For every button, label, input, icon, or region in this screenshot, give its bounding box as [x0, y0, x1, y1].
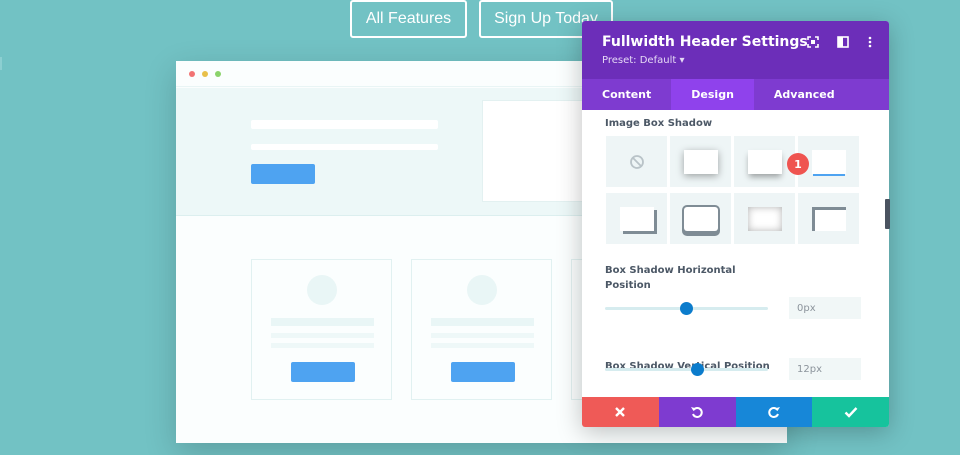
preset-selector[interactable]: Preset: Default ▾ [602, 55, 684, 66]
card-button-placeholder [451, 362, 515, 382]
feature-card [251, 259, 392, 400]
tab-content[interactable]: Content [582, 79, 671, 110]
maximize-dot-icon [215, 71, 221, 77]
shadow-swatch [747, 206, 782, 231]
split-view-icon[interactable] [836, 35, 850, 49]
tab-advanced[interactable]: Advanced [754, 79, 855, 110]
shadow-swatch [811, 149, 846, 174]
slider-handle[interactable] [691, 363, 705, 376]
slider-handle[interactable] [680, 302, 693, 315]
card-text-placeholder [431, 343, 534, 348]
modal-resize-handle[interactable] [885, 199, 890, 229]
all-features-button[interactable]: All Features [350, 0, 467, 38]
card-text-placeholder [271, 333, 374, 338]
shadow-swatch [619, 206, 654, 231]
card-button-placeholder [291, 362, 355, 382]
shadow-preset-7[interactable] [798, 193, 859, 244]
step-badge: 1 [787, 153, 809, 175]
modal-body: Image Box Shadow 1 Box Shadow Horizontal… [582, 110, 889, 397]
shadow-preset-4[interactable] [606, 193, 667, 244]
undo-icon [691, 407, 703, 418]
card-text-placeholder [431, 333, 534, 338]
shadow-preset-1[interactable] [670, 136, 731, 187]
hero-button-placeholder [251, 164, 315, 184]
shadow-swatch [747, 149, 782, 174]
image-box-shadow-label: Image Box Shadow [605, 118, 713, 129]
horizontal-position-label: Box Shadow Horizontal Position [605, 265, 736, 291]
card-title-placeholder [431, 318, 534, 326]
card-text-placeholder [271, 343, 374, 348]
minimize-dot-icon [202, 71, 208, 77]
vertical-position-input[interactable]: 12px [789, 358, 861, 380]
card-title-placeholder [271, 318, 374, 326]
close-icon [615, 407, 626, 417]
redo-button[interactable] [735, 397, 813, 427]
shadow-swatch [811, 206, 846, 231]
shadow-swatch [683, 149, 718, 174]
shadow-swatch [683, 206, 718, 231]
hero-text-placeholder [251, 144, 438, 150]
shadow-preset-5[interactable] [670, 193, 731, 244]
shadow-preset-6[interactable] [734, 193, 795, 244]
edge-marker [0, 57, 2, 70]
expand-icon[interactable] [806, 35, 820, 49]
vertical-position-slider[interactable] [605, 363, 768, 376]
horizontal-position-slider[interactable] [605, 302, 768, 315]
settings-modal: Fullwidth Header Settings Preset: Defaul… [582, 21, 889, 427]
modal-footer [582, 397, 889, 427]
feature-card [411, 259, 552, 400]
tab-design[interactable]: Design [671, 79, 754, 110]
redo-icon [768, 407, 780, 418]
no-shadow-icon [629, 154, 644, 169]
card-icon-placeholder [467, 275, 497, 305]
close-dot-icon [189, 71, 195, 77]
modal-tabs: Content Design Advanced [582, 79, 889, 110]
modal-header: Fullwidth Header Settings Preset: Defaul… [582, 21, 889, 79]
hero-image-placeholder [482, 100, 592, 202]
shadow-preset-2[interactable] [734, 136, 795, 187]
checkmark-icon [844, 407, 858, 418]
more-options-icon[interactable] [863, 35, 877, 49]
save-button[interactable] [812, 397, 889, 427]
horizontal-position-input[interactable]: 0px [789, 297, 861, 319]
undo-button[interactable] [658, 397, 736, 427]
vertical-position-label: Box Shadow Vertical Position [605, 361, 770, 372]
hero-title-placeholder [251, 120, 438, 129]
shadow-none-option[interactable] [606, 136, 667, 187]
modal-title: Fullwidth Header Settings [602, 34, 808, 50]
card-icon-placeholder [307, 275, 337, 305]
cancel-button[interactable] [582, 397, 659, 427]
